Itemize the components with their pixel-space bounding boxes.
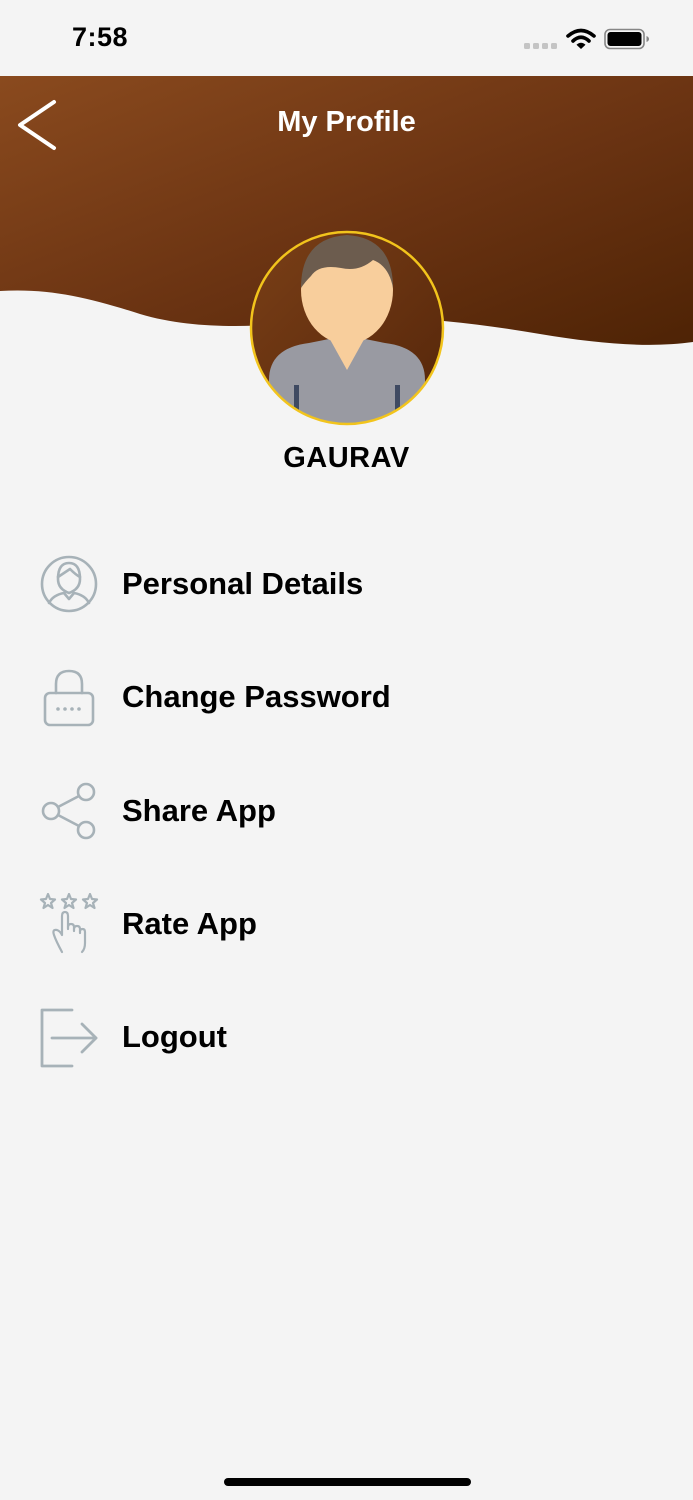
share-icon (41, 782, 96, 840)
menu-item-change-password[interactable]: Change Password (0, 646, 693, 746)
person-icon (40, 555, 98, 613)
menu-item-label: Share App (122, 793, 276, 828)
menu-item-logout[interactable]: Logout (0, 986, 693, 1086)
lock-icon (43, 669, 95, 727)
status-bar: 7:58 (0, 0, 693, 76)
status-time: 7:58 (72, 22, 129, 52)
wifi-icon (566, 28, 596, 49)
menu-item-share-app[interactable]: Share App (0, 760, 693, 860)
home-indicator[interactable] (224, 1478, 471, 1486)
user-name: GAURAV (283, 442, 410, 474)
menu-item-personal-details[interactable]: Personal Details (0, 533, 693, 633)
menu-item-label: Change Password (122, 679, 391, 714)
rate-stars-icon (39, 893, 99, 954)
menu-item-label: Logout (122, 1019, 228, 1054)
logout-icon (40, 1008, 98, 1068)
battery-icon (604, 28, 649, 50)
cellular-signal-icon (524, 43, 557, 49)
menu-item-label: Personal Details (122, 566, 364, 601)
menu-item-label: Rate App (122, 906, 257, 941)
page-title: My Profile (277, 106, 416, 138)
menu-item-rate-app[interactable]: Rate App (0, 873, 693, 973)
user-avatar-icon[interactable] (249, 230, 445, 426)
